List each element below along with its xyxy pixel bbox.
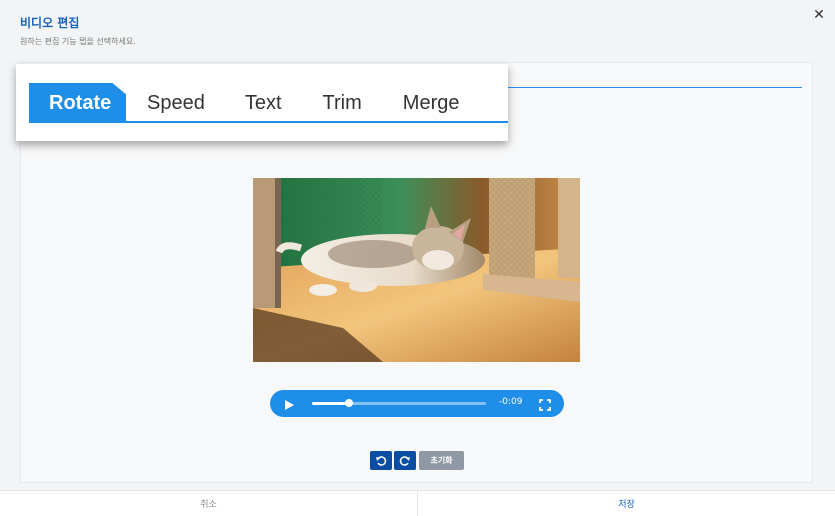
tab-text[interactable]: Text [245, 83, 282, 123]
tab-speed[interactable]: Speed [147, 83, 205, 123]
seek-progress [312, 402, 349, 405]
tab-bar: Rotate Speed Text Trim Merge [29, 83, 459, 123]
rotate-left-button[interactable] [370, 451, 392, 470]
tab-rotate[interactable]: Rotate [29, 83, 126, 123]
video-player-bar: -0:09 [270, 390, 564, 417]
cancel-button[interactable]: 취소 [0, 491, 418, 516]
save-button[interactable]: 저장 [418, 491, 835, 516]
fullscreen-icon[interactable] [538, 397, 552, 411]
rotate-right-icon [399, 455, 410, 466]
seek-bar[interactable] [312, 399, 486, 407]
play-icon[interactable] [282, 397, 296, 411]
video-frame [253, 178, 580, 362]
time-remaining: -0:09 [499, 397, 523, 407]
tabs-card: Rotate Speed Text Trim Merge [16, 64, 508, 141]
panel-tab-underline [500, 87, 802, 88]
tab-trim[interactable]: Trim [323, 83, 362, 123]
rotate-right-button[interactable] [394, 451, 416, 470]
tabs-underline [29, 121, 508, 123]
dialog-subtitle: 원하는 편집 기능 탭을 선택하세요. [20, 37, 136, 46]
rotate-left-icon [376, 455, 387, 466]
dialog-footer: 취소 저장 [0, 490, 835, 516]
dialog-title: 비디오 편집 [20, 16, 80, 30]
reset-button[interactable]: 초기화 [419, 451, 464, 470]
close-icon[interactable]: ✕ [811, 6, 827, 24]
tab-merge[interactable]: Merge [403, 83, 460, 123]
video-frame-image [253, 178, 580, 362]
seek-handle[interactable] [344, 399, 353, 407]
